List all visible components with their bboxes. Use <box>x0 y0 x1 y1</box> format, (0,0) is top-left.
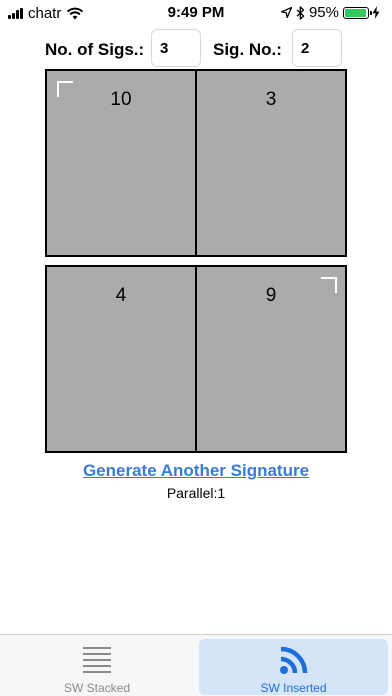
sheet-top: 10 3 <box>45 69 347 257</box>
generate-signature-link[interactable]: Generate Another Signature <box>0 461 392 481</box>
page-cell: 4 <box>47 267 195 451</box>
battery-nub <box>370 10 372 15</box>
tab-sw-inserted[interactable]: SW Inserted <box>199 639 388 695</box>
num-sigs-label: No. of Sigs.: <box>45 40 145 59</box>
page-number: 10 <box>110 89 132 110</box>
page-cell: 9 <box>197 267 345 451</box>
battery-level-fill <box>345 8 366 17</box>
num-sigs-input[interactable] <box>151 29 201 67</box>
location-icon <box>280 7 292 18</box>
page-cell: 10 <box>47 71 195 255</box>
parallel-text: Parallel:1 <box>166 485 226 501</box>
sheet-bottom: 4 9 <box>45 265 347 453</box>
stacked-lines-icon <box>83 647 111 673</box>
tab-label: SW Stacked <box>63 681 131 695</box>
battery-percent: 95% <box>308 4 339 21</box>
battery-icon <box>343 6 372 19</box>
tab-bar: SW Stacked SW Inserted <box>0 634 392 696</box>
page-number: 3 <box>265 89 277 110</box>
status-bar: chatr 9:49 PM 95% <box>0 0 392 26</box>
page-number: 9 <box>265 285 277 306</box>
tab-sw-stacked[interactable]: SW Stacked <box>4 639 190 695</box>
bluetooth-icon <box>296 5 305 20</box>
tab-label: SW Inserted <box>260 681 327 695</box>
sig-no-input[interactable] <box>292 29 342 67</box>
sig-no-label: Sig. No.: <box>213 40 282 59</box>
status-right: 95% <box>280 4 384 21</box>
page-number: 4 <box>115 285 127 306</box>
charging-icon <box>372 6 380 19</box>
rss-feed-icon <box>279 646 307 674</box>
page-cell: 3 <box>197 71 345 255</box>
